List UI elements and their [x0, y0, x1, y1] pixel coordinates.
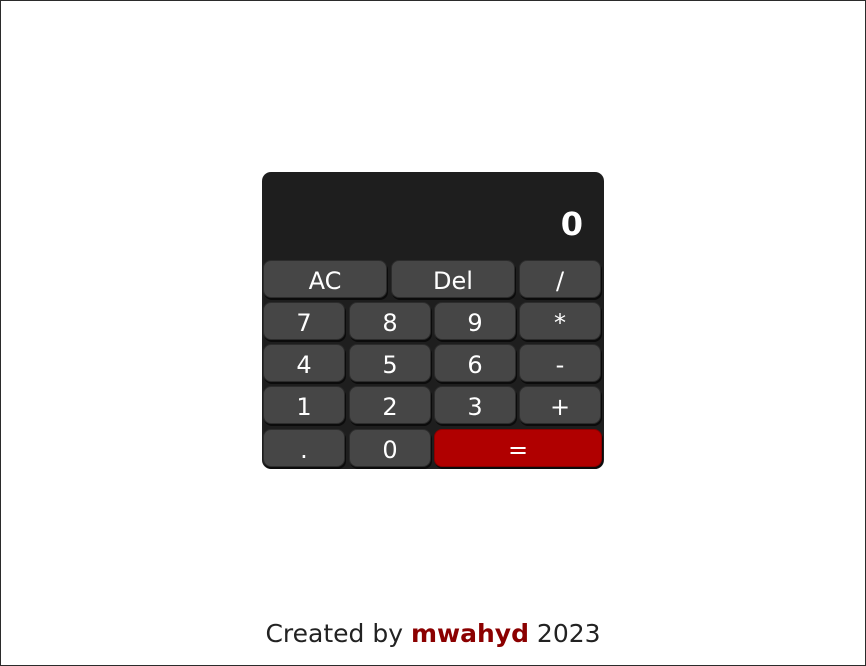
subtract-button[interactable]: - — [519, 344, 601, 382]
calculator: 0 AC Del / 7 8 9 * 4 5 6 - 1 2 3 + . 0 = — [262, 172, 604, 469]
footer-author: mwahyd — [410, 619, 529, 648]
add-button[interactable]: + — [519, 386, 601, 424]
footer-year: 2023 — [536, 619, 601, 648]
display-value: 0 — [560, 205, 583, 243]
nine-button[interactable]: 9 — [434, 302, 516, 340]
equals-button[interactable]: = — [434, 429, 602, 467]
two-button[interactable]: 2 — [349, 386, 431, 424]
decimal-button[interactable]: . — [263, 429, 345, 467]
seven-button[interactable]: 7 — [263, 302, 345, 340]
three-button[interactable]: 3 — [434, 386, 516, 424]
calculator-display: 0 — [262, 172, 604, 260]
eight-button[interactable]: 8 — [349, 302, 431, 340]
six-button[interactable]: 6 — [434, 344, 516, 382]
zero-button[interactable]: 0 — [349, 429, 431, 467]
delete-button[interactable]: Del — [391, 260, 515, 298]
divide-button[interactable]: / — [519, 260, 601, 298]
four-button[interactable]: 4 — [263, 344, 345, 382]
clear-button[interactable]: AC — [263, 260, 387, 298]
multiply-button[interactable]: * — [519, 302, 601, 340]
footer-credit: Created by mwahyd 2023 — [0, 617, 866, 651]
one-button[interactable]: 1 — [263, 386, 345, 424]
five-button[interactable]: 5 — [349, 344, 431, 382]
footer-prefix: Created by — [265, 619, 403, 648]
